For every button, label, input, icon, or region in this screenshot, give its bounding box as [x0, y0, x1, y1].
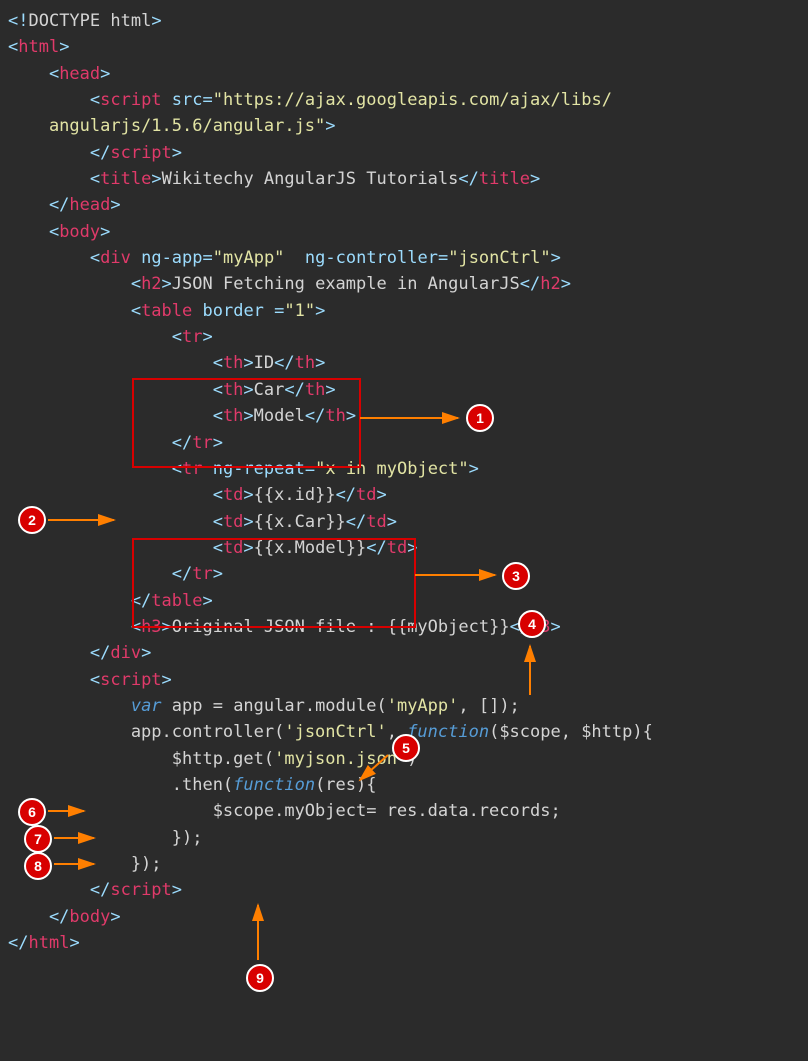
code-block: <!DOCTYPE html> <html> <head> <script sr… — [8, 8, 800, 956]
annotation-badge-9: 9 — [246, 964, 274, 992]
